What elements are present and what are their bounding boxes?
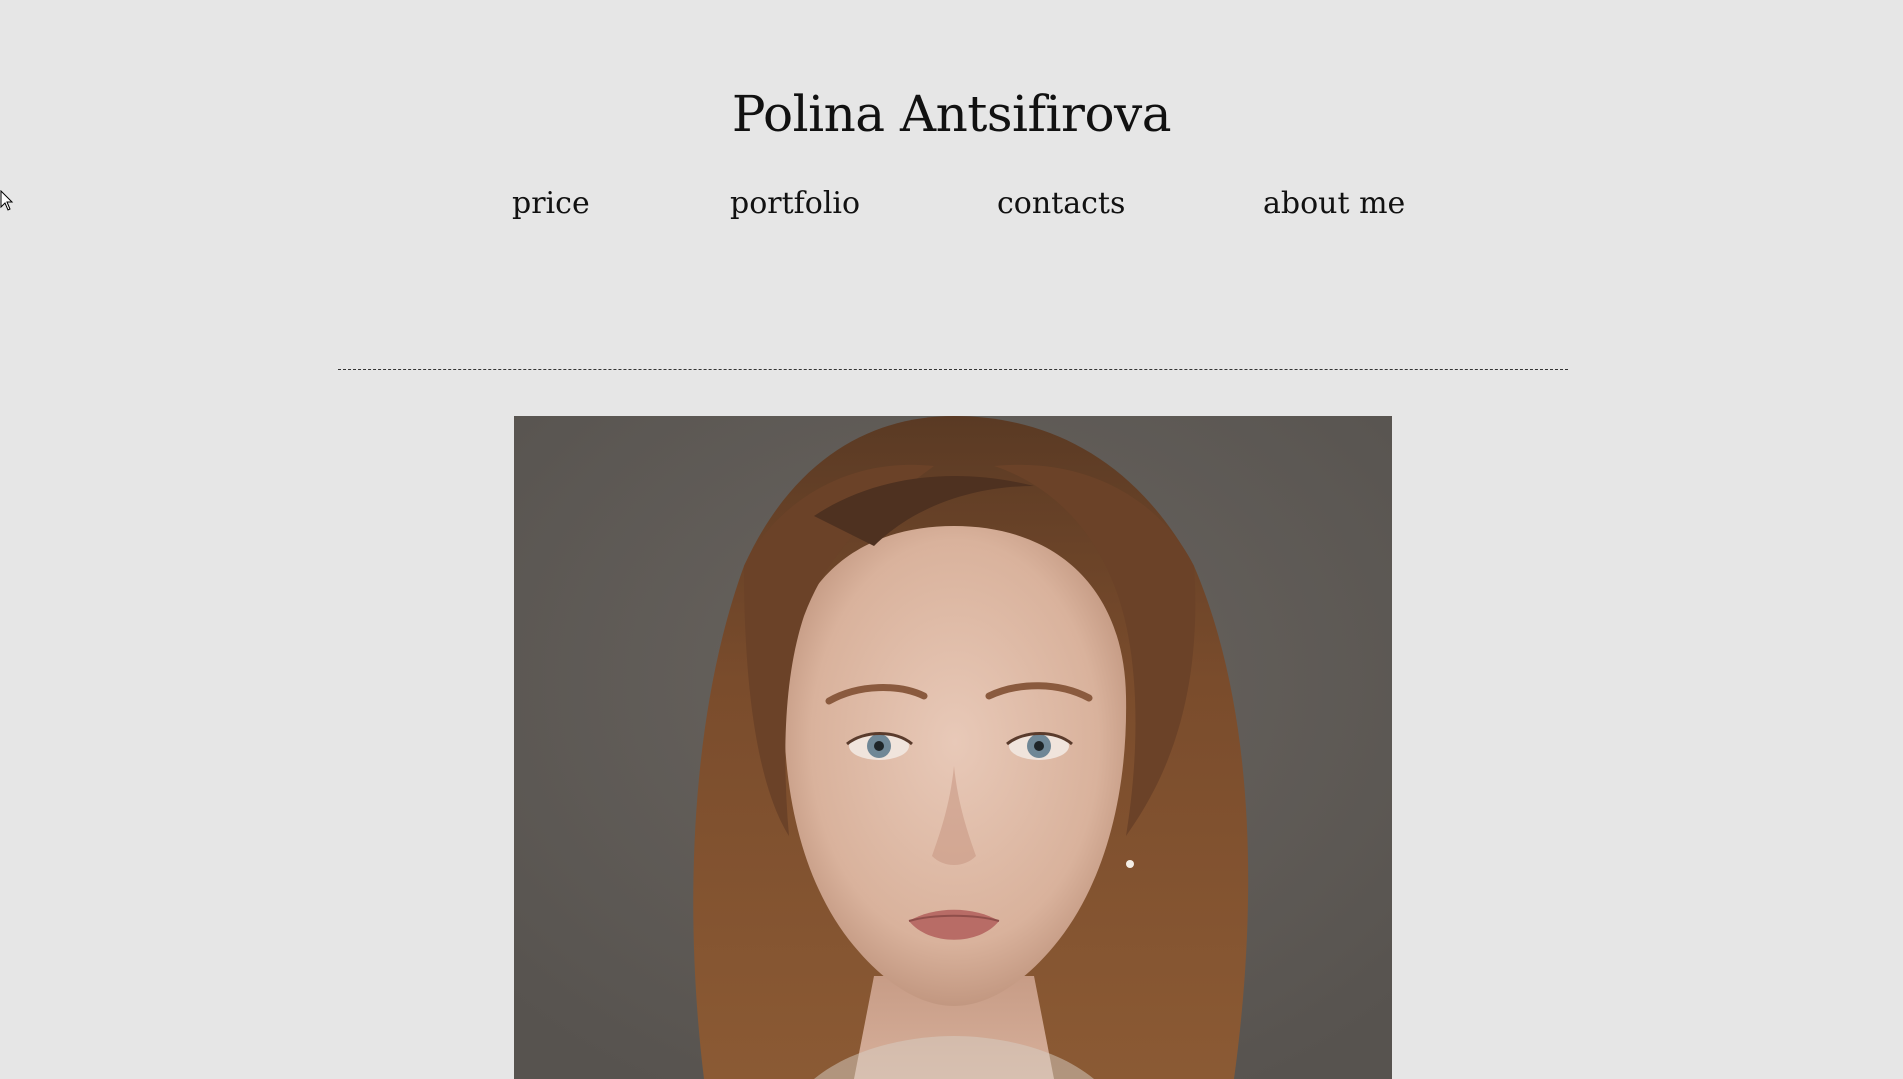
mouse-cursor-icon <box>0 190 14 211</box>
nav-link-price[interactable]: price <box>512 182 590 226</box>
nav-link-contacts[interactable]: contacts <box>997 182 1125 226</box>
nav-link-portfolio[interactable]: portfolio <box>730 182 860 226</box>
main-nav: price portfolio contacts about me <box>0 182 1903 226</box>
nav-link-about-me[interactable]: about me <box>1263 182 1405 226</box>
site-title[interactable]: Polina Antsifirova <box>0 84 1903 144</box>
portrait-photo <box>514 416 1392 1079</box>
portrait-illustration <box>514 416 1392 1079</box>
section-divider <box>338 369 1568 370</box>
